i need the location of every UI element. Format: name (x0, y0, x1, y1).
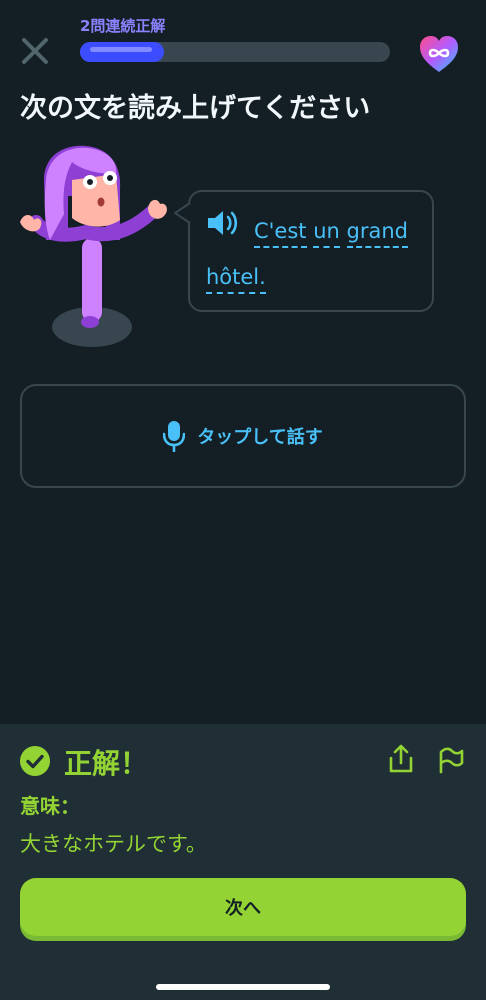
check-circle-icon (20, 746, 50, 776)
character-illustration (20, 145, 167, 347)
infinite-heart-icon[interactable] (418, 34, 460, 74)
phrase-word[interactable]: C'est (254, 219, 307, 248)
meaning-label: 意味： (20, 794, 80, 818)
flag-icon[interactable] (437, 746, 465, 774)
progress-fill (80, 42, 164, 62)
top-bar: 2問連続正解 (0, 0, 486, 80)
result-title: 正解！ (64, 747, 149, 780)
speech-bubble-tail (174, 202, 191, 224)
close-button[interactable] (18, 34, 52, 68)
tap-to-speak-label: タップして話す (197, 427, 323, 448)
next-button[interactable]: 次へ (20, 878, 466, 936)
phrase-word[interactable]: un (313, 219, 340, 248)
close-icon[interactable] (20, 36, 50, 66)
meaning-text: 大きなホテルです。 (20, 832, 207, 856)
phrase-word[interactable]: grand (346, 219, 409, 248)
streak-label: 2問連続正解 (80, 17, 166, 35)
share-icon[interactable] (388, 744, 414, 774)
progress-bar (80, 42, 390, 62)
page-title: 次の文を読み上げてください (20, 93, 371, 124)
home-indicator (156, 984, 330, 990)
microphone-icon (163, 421, 186, 452)
progress-shine (90, 47, 152, 52)
tap-to-speak-button[interactable]: タップして話す (20, 384, 466, 488)
phrase-text: C'est un grand hôtel. (206, 208, 421, 300)
phrase-word[interactable]: hôtel. (206, 265, 266, 294)
